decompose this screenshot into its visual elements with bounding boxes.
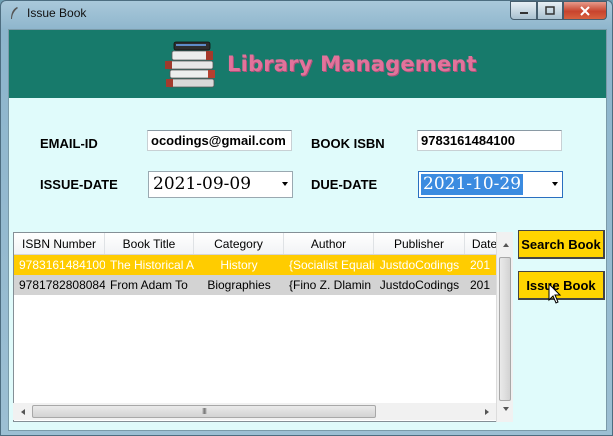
scroll-down-icon[interactable] [500, 402, 511, 415]
issue-date-picker[interactable]: 2021-09-09 [148, 171, 293, 198]
table-cell: The Historical A [110, 258, 194, 272]
table-cell: 9783161484100 [19, 258, 105, 272]
feather-app-icon [9, 6, 21, 20]
due-date-label: DUE-DATE [311, 177, 378, 192]
column-header-title[interactable]: Book Title [105, 233, 194, 254]
table-cell: 201 [470, 258, 491, 272]
issue-book-window: Issue Book Library Management EMAIL-ID o… [0, 0, 613, 436]
client-area: Library Management EMAIL-ID ocodings@gma… [8, 29, 607, 431]
table-cell: JustdoCodings [379, 278, 460, 292]
chevron-down-icon[interactable] [552, 182, 558, 186]
isbn-label: BOOK ISBN [311, 136, 385, 151]
scroll-left-icon[interactable] [17, 405, 28, 418]
close-button[interactable] [563, 1, 607, 20]
table-cell: From Adam To [110, 278, 188, 292]
close-icon [580, 5, 590, 16]
window-title: Issue Book [27, 6, 87, 20]
column-header-author[interactable]: Author [284, 233, 374, 254]
table-cell: History [220, 258, 258, 272]
title-bar[interactable]: Issue Book [1, 1, 612, 28]
header-banner: Library Management [9, 30, 606, 98]
column-header-date[interactable]: Date [465, 233, 496, 254]
vertical-scrollbar[interactable] [496, 232, 513, 422]
column-header-isbn[interactable]: ISBN Number [14, 233, 105, 254]
table-header: ISBN Number Book Title Category Author P… [14, 233, 496, 255]
books-table[interactable]: ISBN Number Book Title Category Author P… [13, 232, 513, 422]
issue-date-label: ISSUE-DATE [40, 177, 118, 192]
app-title: Library Management [227, 52, 477, 76]
table-cell: {Fino Z. Dlamin [289, 278, 372, 292]
maximize-icon [545, 6, 555, 15]
vertical-scroll-thumb[interactable] [499, 257, 511, 401]
table-cell: 201 [470, 278, 491, 292]
table-row[interactable]: 9781782808084 From Adam To Biographies {… [14, 275, 496, 295]
minimize-icon [519, 11, 528, 14]
scroll-up-icon[interactable] [500, 238, 511, 251]
issue-date-value: 2021-09-09 [153, 174, 252, 194]
search-book-button[interactable]: Search Book [518, 230, 605, 259]
table-cell: 9781782808084 [19, 278, 105, 292]
window-controls [510, 1, 607, 20]
horizontal-scroll-thumb[interactable]: III [32, 405, 376, 418]
email-label: EMAIL-ID [40, 136, 98, 151]
due-date-value: 2021-10-29 [421, 174, 524, 195]
maximize-button[interactable] [537, 1, 563, 20]
chevron-down-icon[interactable] [282, 182, 288, 186]
email-field[interactable]: ocodings@gmail.com [147, 130, 292, 151]
horizontal-scrollbar[interactable]: III [13, 403, 496, 420]
isbn-field[interactable]: 9783161484100 [417, 130, 562, 151]
table-cell: JustdoCodings [379, 258, 460, 272]
table-cell: Biographies [207, 278, 271, 292]
column-header-publisher[interactable]: Publisher [374, 233, 465, 254]
column-header-category[interactable]: Category [194, 233, 284, 254]
scroll-right-icon[interactable] [481, 405, 492, 418]
mouse-cursor-icon [548, 283, 562, 304]
table-body: 9783161484100 The Historical A History {… [14, 255, 496, 295]
books-logo-icon [165, 41, 215, 88]
table-row[interactable]: 9783161484100 The Historical A History {… [14, 255, 496, 275]
table-cell: {Socialist Equali [289, 258, 374, 272]
due-date-picker[interactable]: 2021-10-29 [418, 171, 563, 198]
minimize-button[interactable] [510, 1, 537, 20]
